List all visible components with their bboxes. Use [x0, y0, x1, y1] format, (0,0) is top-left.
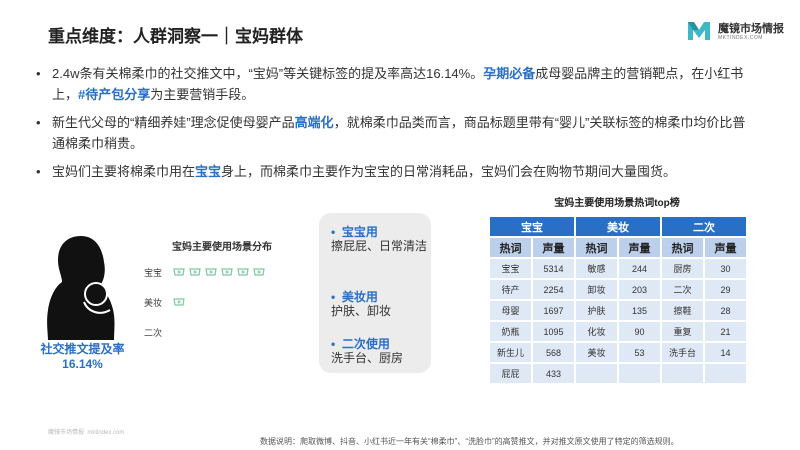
- usage-count-icon: [205, 268, 217, 276]
- table-cell: [576, 364, 617, 383]
- insight-bullets: 2.4w条有关棉柔巾的社交推文中，“宝妈”等关键标签的提及率高达16.14%。孕…: [34, 63, 754, 189]
- table-cell: 2254: [533, 280, 574, 299]
- table-cell: 1095: [533, 322, 574, 341]
- table-cell: 30: [705, 259, 746, 278]
- social-mention-rate: 社交推文提及率 16.14%: [20, 342, 145, 372]
- insight-bullet: 新生代父母的“精细养娃”理念促使母婴产品高端化，就棉柔巾品类而言，商品标题里带有…: [34, 112, 754, 154]
- table-cell: 29: [705, 280, 746, 299]
- table-cell: 28: [705, 301, 746, 320]
- social-mention-label: 社交推文提及率: [40, 342, 125, 356]
- distribution-label-makeup: 美妆: [144, 298, 163, 308]
- insight-bullet: 宝妈们主要将棉柔巾用在宝宝身上，而棉柔巾主要作为宝宝的日常消耗品，宝妈们会在购物…: [34, 161, 754, 182]
- table-cell: 433: [533, 364, 574, 383]
- usage-count-icon: [237, 268, 249, 276]
- bullet-text: 2.4w条有关棉柔巾的社交推文中，“宝妈”等关键标签的提及率高达16.14%。: [52, 66, 484, 81]
- usage-count-icon: [189, 268, 201, 276]
- column-header: 热词: [576, 238, 617, 257]
- table-cell: 203: [619, 280, 660, 299]
- bullet-text: 为主要营销手段。: [150, 87, 255, 102]
- table-cell: 卸妆: [576, 280, 617, 299]
- table-row: 新生儿 568 美妆 53 洗手台 14: [490, 343, 746, 362]
- table-cell: 90: [619, 322, 660, 341]
- distribution-label-baby: 宝宝: [144, 268, 163, 278]
- table-cell: 宝宝: [490, 259, 531, 278]
- distribution-label-secondary: 二次: [144, 328, 163, 338]
- logo-subtitle: MKTINDEX.COM: [718, 35, 763, 41]
- usage-baby-text: 擦屁屁、日常清洁: [331, 239, 428, 253]
- usage-count-icon: [173, 298, 185, 306]
- table-row: 屁屁 433: [490, 364, 746, 383]
- table-cell: 擦鞋: [662, 301, 703, 320]
- table-cell: [619, 364, 660, 383]
- bullet-text: 新生代父母的“精细养娃”理念促使母婴产品: [52, 115, 295, 130]
- hotword-table: 宝宝 美妆 二次 热词 声量 热词 声量 热词 声量 宝宝 5314 敏感 24…: [488, 215, 748, 385]
- table-cell: [705, 364, 746, 383]
- table-cell: 244: [619, 259, 660, 278]
- distribution-icons-makeup: [172, 295, 186, 307]
- table-cell: 化妆: [576, 322, 617, 341]
- group-header-baby: 宝宝: [490, 217, 574, 236]
- table-cell: 奶瓶: [490, 322, 531, 341]
- usage-count-icon: [173, 268, 185, 276]
- table-cell: 屁屁: [490, 364, 531, 383]
- table-row: 待产 2254 卸妆 203 二次 29: [490, 280, 746, 299]
- table-cell: 135: [619, 301, 660, 320]
- table-cell: 美妆: [576, 343, 617, 362]
- table-cell: 护肤: [576, 301, 617, 320]
- usage-count-icon: [221, 268, 233, 276]
- social-mention-value: 16.14%: [62, 357, 103, 371]
- usage-count-icon: [253, 268, 265, 276]
- distribution-title: 宝妈主要使用场景分布: [172, 242, 272, 253]
- brand-logo: 魔镜市场情报 MKTINDEX.COM: [686, 16, 786, 48]
- table-cell: 厨房: [662, 259, 703, 278]
- table-cell: 53: [619, 343, 660, 362]
- column-header: 热词: [662, 238, 703, 257]
- table-cell: 568: [533, 343, 574, 362]
- highlight-text: 高端化: [294, 115, 334, 130]
- table-cell: 1697: [533, 301, 574, 320]
- column-header: 热词: [490, 238, 531, 257]
- table-cell: 重复: [662, 322, 703, 341]
- footer-watermark: 魔镜市场情报: mktindex.com: [48, 430, 125, 436]
- table-cell: 母婴: [490, 301, 531, 320]
- table-cell: 敏感: [576, 259, 617, 278]
- table-cell: 21: [705, 322, 746, 341]
- column-header: 声量: [705, 238, 746, 257]
- highlight-text: 宝宝: [195, 164, 222, 179]
- bullet-text: 身上，而棉柔巾主要作为宝宝的日常消耗品，宝妈们会在购物节期间大量囤货。: [221, 164, 677, 179]
- table-cell: 待产: [490, 280, 531, 299]
- table-row: 母婴 1697 护肤 135 擦鞋 28: [490, 301, 746, 320]
- data-note: 数据说明：爬取微博、抖音、小红书近一年有关“棉柔巾”、“洗脸巾”的高赞推文，并对…: [260, 437, 679, 446]
- column-header: 声量: [619, 238, 660, 257]
- mother-baby-icon: [47, 236, 115, 340]
- bullet-text: 宝妈们主要将棉柔巾用在: [52, 164, 196, 179]
- highlight-text: 孕期必备: [483, 66, 536, 81]
- table-cell: 洗手台: [662, 343, 703, 362]
- table-cell: 14: [705, 343, 746, 362]
- usage-secondary-text: 洗手台、厨房: [331, 351, 404, 365]
- table-cell: 二次: [662, 280, 703, 299]
- table-row: 宝宝 5314 敏感 244 厨房 30: [490, 259, 746, 278]
- table-cell: 新生儿: [490, 343, 531, 362]
- group-header-makeup: 美妆: [576, 217, 660, 236]
- usage-scenarios-box: • 宝宝用 擦屁屁、日常清洁 • 美妆用 护肤、卸妆 • 二次使用 洗手台、厨房: [319, 213, 431, 373]
- page-title: 重点维度：人群洞察一｜宝妈群体: [48, 27, 303, 46]
- usage-makeup-text: 护肤、卸妆: [331, 304, 392, 318]
- column-header: 声量: [533, 238, 574, 257]
- group-header-secondary: 二次: [662, 217, 746, 236]
- logo-name: 魔镜市场情报: [718, 23, 784, 35]
- distribution-icons-baby: [172, 265, 266, 277]
- table-cell: 5314: [533, 259, 574, 278]
- insight-bullet: 2.4w条有关棉柔巾的社交推文中，“宝妈”等关键标签的提及率高达16.14%。孕…: [34, 63, 754, 105]
- highlight-text: #待产包分享: [78, 87, 151, 102]
- logo-mark-icon: [688, 22, 710, 40]
- table-row: 奶瓶 1095 化妆 90 重复 21: [490, 322, 746, 341]
- table-cell: [662, 364, 703, 383]
- hotword-table-title: 宝妈主要使用场景热词top榜: [554, 198, 680, 209]
